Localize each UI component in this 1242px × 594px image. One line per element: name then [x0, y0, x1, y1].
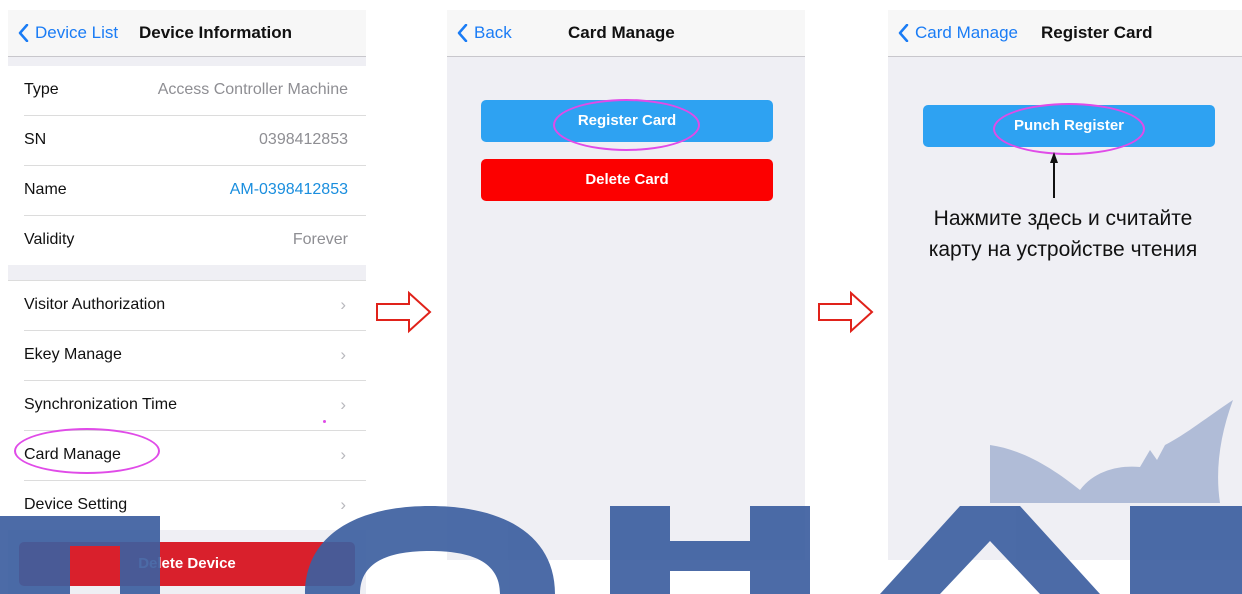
chevron-right-icon: ›: [340, 495, 346, 514]
info-row-validity: Validity Forever: [24, 216, 366, 265]
delete-card-button[interactable]: Delete Card: [481, 159, 773, 201]
device-menu-list: Visitor Authorization › Ekey Manage › Sy…: [8, 280, 366, 530]
highlight-oval-punch-register: [993, 103, 1145, 155]
hollow-right-arrow-icon: [376, 290, 432, 334]
chevron-left-icon: [457, 24, 468, 42]
menu-item-ekey-manage[interactable]: Ekey Manage ›: [24, 331, 366, 381]
chevron-right-icon: ›: [340, 395, 346, 414]
menu-label: Visitor Authorization: [24, 296, 166, 313]
pointer-arrow-icon: [1050, 152, 1058, 198]
device-name-link[interactable]: AM-0398412853: [230, 181, 348, 199]
row-value: Forever: [292, 231, 348, 248]
info-row-name[interactable]: Name AM-0398412853: [24, 166, 366, 216]
back-label: Device List: [35, 23, 119, 42]
delete-device-button[interactable]: Delete Device: [19, 542, 355, 586]
info-row-sn: SN 0398412853: [24, 116, 366, 166]
device-info-list: Type Access Controller Machine SN 039841…: [8, 66, 366, 265]
row-label: Name: [24, 181, 67, 198]
instruction-line-2: карту на устройстве чтения: [928, 238, 1198, 261]
chevron-right-icon: ›: [340, 445, 346, 464]
back-button[interactable]: Card Manage: [898, 23, 1018, 43]
chevron-right-icon: ›: [340, 295, 346, 314]
navbar: Device List Device Information: [8, 10, 366, 57]
highlight-oval-register-card: [553, 99, 700, 151]
navbar: Card Manage Register Card: [888, 10, 1242, 57]
menu-item-visitor-authorization[interactable]: Visitor Authorization ›: [24, 281, 366, 331]
back-label: Back: [474, 23, 512, 42]
instruction-line-1: Нажмите здесь и считайте: [933, 207, 1193, 230]
menu-label: Synchronization Time: [24, 396, 177, 413]
navbar: Back Card Manage: [447, 10, 805, 57]
bat-logo-icon: [990, 400, 1233, 503]
row-label: SN: [24, 131, 47, 148]
row-label: Validity: [24, 231, 75, 248]
back-button[interactable]: Back: [457, 23, 512, 43]
chevron-left-icon: [18, 24, 29, 42]
hollow-right-arrow-icon: [818, 290, 874, 334]
highlight-oval-card-manage: [14, 428, 160, 474]
back-label: Card Manage: [915, 23, 1019, 42]
menu-item-synchronization-time[interactable]: Synchronization Time ›: [24, 381, 366, 431]
stray-dot: [323, 420, 326, 423]
menu-label: Device Setting: [24, 496, 128, 513]
page-title: Register Card: [1041, 23, 1153, 42]
screen-device-information: Device List Device Information Type Acce…: [8, 10, 366, 594]
menu-item-device-setting[interactable]: Device Setting ›: [24, 481, 366, 530]
chevron-left-icon: [898, 24, 909, 42]
screen-card-manage: Back Card Manage Register Card Delete Ca…: [447, 10, 805, 560]
info-row-type: Type Access Controller Machine: [24, 66, 366, 116]
row-value: 0398412853: [259, 131, 348, 148]
chevron-right-icon: ›: [340, 345, 346, 364]
back-button[interactable]: Device List: [18, 23, 118, 43]
page-title: Card Manage: [568, 23, 675, 42]
row-value: Access Controller Machine: [157, 81, 348, 98]
menu-label: Ekey Manage: [24, 346, 122, 363]
page-title: Device Information: [139, 23, 293, 42]
row-label: Type: [24, 81, 59, 98]
